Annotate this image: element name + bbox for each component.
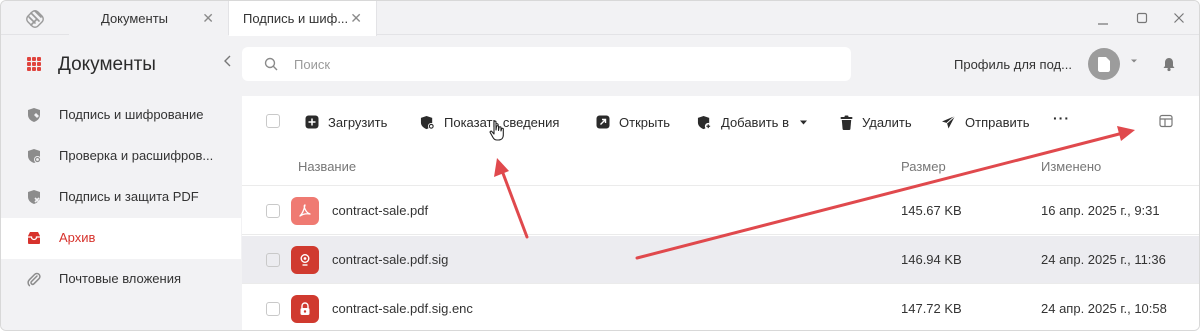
- sidebar-item-label: Подпись и защита PDF: [59, 189, 199, 204]
- chevron-left-icon[interactable]: [222, 54, 234, 68]
- upload-button[interactable]: Загрузить: [305, 113, 387, 131]
- show-info-label: Показать сведения: [444, 114, 560, 130]
- table-row[interactable]: contract-sale.pdf.sig 146.94 KB 24 апр. …: [242, 236, 1199, 284]
- row-checkbox[interactable]: [266, 302, 280, 316]
- apps-grid-icon[interactable]: [27, 57, 41, 71]
- shield-pen-icon: [28, 108, 40, 122]
- delete-label: Удалить: [862, 114, 912, 130]
- sidebar-item-label: Проверка и расшифров...: [59, 148, 214, 163]
- file-size: 147.72 KB: [901, 301, 962, 316]
- panel-toggle-icon[interactable]: [1159, 114, 1173, 128]
- shield-refresh-icon: [28, 149, 41, 163]
- search-bar[interactable]: [242, 47, 851, 81]
- title-bar: Документы ✕ Подпись и шиф... ✕: [1, 1, 1199, 36]
- file-modified: 24 апр. 2025 г., 10:58: [1041, 301, 1167, 316]
- avatar[interactable]: [1088, 48, 1120, 80]
- more-options-icon[interactable]: ···: [1053, 110, 1070, 126]
- file-size: 146.94 KB: [901, 252, 962, 267]
- sidebar-item-sign-encrypt[interactable]: Подпись и шифрование: [1, 95, 241, 136]
- column-name-header[interactable]: Название: [298, 159, 356, 174]
- table-row[interactable]: contract-sale.pdf.sig.enc 147.72 KB 24 а…: [242, 285, 1199, 330]
- column-modified-header[interactable]: Изменено: [1041, 159, 1101, 174]
- upload-label: Загрузить: [328, 114, 388, 130]
- paper-plane-icon: [942, 115, 956, 128]
- tab-label: Документы: [101, 10, 169, 26]
- encrypted-lock-icon: [291, 295, 319, 323]
- sidebar-item-label: Подпись и шифрование: [59, 107, 204, 122]
- open-label: Открыть: [619, 114, 671, 130]
- tab-sign-encrypt[interactable]: Подпись и шиф... ✕: [229, 1, 377, 36]
- profile-selector[interactable]: Профиль для под...: [954, 57, 1072, 72]
- delete-button[interactable]: Удалить: [840, 113, 912, 131]
- file-modified: 24 апр. 2025 г., 11:36: [1041, 252, 1166, 267]
- open-external-icon: [596, 115, 610, 129]
- sidebar-item-verify-decrypt[interactable]: Проверка и расшифров...: [1, 136, 241, 177]
- sidebar-item-archive[interactable]: Архив: [1, 218, 241, 259]
- table-header: Название Размер Изменено: [242, 146, 1199, 186]
- send-button[interactable]: Отправить: [941, 113, 1029, 131]
- plus-square-icon: [305, 115, 319, 129]
- app-window: Документы ✕ Подпись и шиф... ✕ Документы…: [0, 0, 1200, 331]
- signature-seal-icon: [291, 246, 319, 274]
- sidebar-item-label: Почтовые вложения: [59, 271, 182, 286]
- shield-add-icon: [697, 115, 712, 130]
- toolbar: Загрузить Показать сведения Открыть Доба…: [242, 96, 1199, 146]
- add-to-button[interactable]: Добавить в: [697, 113, 817, 131]
- file-name: contract-sale.pdf.sig: [332, 252, 449, 267]
- file-modified: 16 апр. 2025 г., 9:31: [1041, 203, 1160, 218]
- main-area: Профиль для под... Загрузить Показать св…: [241, 36, 1199, 330]
- file-name: contract-sale.pdf: [332, 203, 429, 218]
- row-checkbox[interactable]: [266, 253, 280, 267]
- sidebar-item-sign-protect-pdf[interactable]: Подпись и защита PDF: [1, 177, 241, 218]
- shield-info-icon: [420, 115, 435, 130]
- file-list-panel: Загрузить Показать сведения Открыть Доба…: [242, 96, 1199, 330]
- app-logo-icon: [26, 10, 44, 28]
- search-input[interactable]: [294, 54, 814, 74]
- send-label: Отправить: [965, 114, 1030, 130]
- bell-icon[interactable]: [1161, 56, 1177, 72]
- row-checkbox[interactable]: [266, 204, 280, 218]
- sidebar-title: Документы: [58, 54, 156, 75]
- maximize-icon[interactable]: [1134, 11, 1150, 25]
- file-name: contract-sale.pdf.sig.enc: [332, 301, 473, 316]
- tab-label: Подпись и шиф...: [243, 11, 349, 26]
- search-icon: [264, 57, 278, 71]
- tab-documents[interactable]: Документы ✕: [69, 1, 229, 35]
- add-to-label: Добавить в: [721, 114, 789, 130]
- archive-icon: [28, 232, 40, 244]
- open-button[interactable]: Открыть: [596, 113, 670, 131]
- select-all-checkbox[interactable]: [266, 114, 280, 128]
- sidebar-header: Документы: [1, 36, 241, 94]
- column-size-header[interactable]: Размер: [901, 159, 946, 174]
- chevron-down-icon[interactable]: [1129, 56, 1139, 66]
- sidebar: Документы Подпись и шифрование Проверка …: [1, 36, 241, 330]
- minimize-icon[interactable]: [1095, 14, 1111, 28]
- pdf-icon: [291, 197, 319, 225]
- shield-pdf-icon: [28, 190, 40, 204]
- table-row[interactable]: contract-sale.pdf 145.67 KB 16 апр. 2025…: [242, 187, 1199, 235]
- show-info-button[interactable]: Показать сведения: [420, 113, 559, 131]
- sidebar-item-mail-attachments[interactable]: Почтовые вложения: [1, 259, 241, 300]
- close-icon[interactable]: ✕: [202, 10, 214, 27]
- document-avatar-icon: [1098, 57, 1110, 72]
- paperclip-icon: [27, 272, 41, 287]
- caret-down-icon: [799, 120, 807, 124]
- sidebar-item-label: Архив: [59, 230, 96, 245]
- window-close-icon[interactable]: [1171, 11, 1187, 25]
- trash-icon: [840, 115, 853, 130]
- file-size: 145.67 KB: [901, 203, 962, 218]
- close-icon[interactable]: ✕: [350, 10, 362, 27]
